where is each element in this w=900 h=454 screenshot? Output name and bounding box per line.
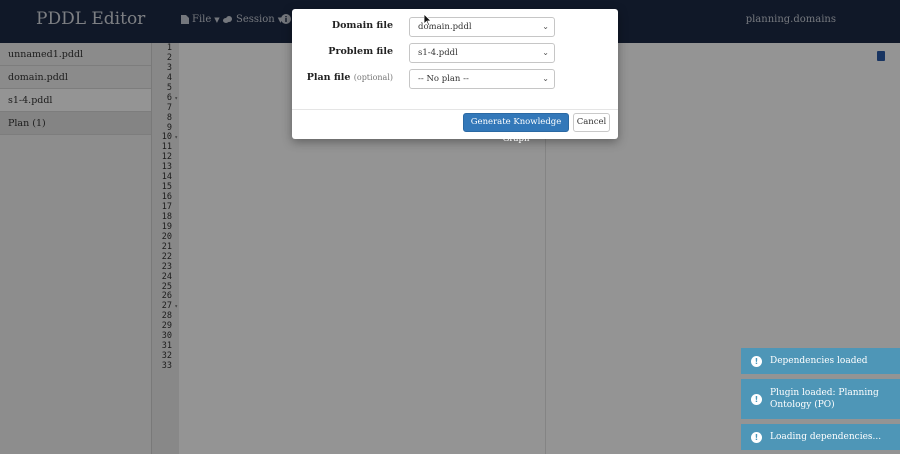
toast-plugin-loaded[interactable]: ! Plugin loaded: Planning Ontology (PO) xyxy=(741,379,900,419)
chevron-down-icon: ⌄ xyxy=(542,22,549,31)
info-icon: ! xyxy=(751,431,762,443)
toast-text: Dependencies loaded xyxy=(770,356,868,366)
problem-label: Problem file xyxy=(328,46,393,57)
problem-row: Problem file s1-4.pddl ⌄ xyxy=(292,43,618,63)
domain-row: Domain file domain.pddl ⌄ xyxy=(292,17,618,37)
generate-knowledge-graph-button[interactable]: Generate Knowledge Graph xyxy=(463,113,569,144)
plan-optional-text: (optional) xyxy=(353,73,393,82)
knowledge-graph-modal: Domain file domain.pddl ⌄ Problem file s… xyxy=(292,9,618,144)
toast-text: Loading dependencies... xyxy=(770,432,882,442)
toast-dependencies-loaded[interactable]: ! Dependencies loaded xyxy=(741,348,900,374)
plan-row: Plan file (optional) -- No plan -- ⌄ xyxy=(292,69,618,89)
problem-select[interactable]: s1-4.pddl ⌄ xyxy=(409,43,555,63)
plan-select[interactable]: -- No plan -- ⌄ xyxy=(409,69,555,89)
toast-text: Plugin loaded: Planning Ontology (PO) xyxy=(770,388,879,410)
chevron-down-icon: ⌄ xyxy=(542,48,549,57)
domain-label: Domain file xyxy=(331,20,393,31)
info-icon: ! xyxy=(751,355,762,367)
mouse-cursor-icon xyxy=(424,14,432,26)
info-icon: ! xyxy=(751,393,762,405)
modal-footer-divider xyxy=(292,109,618,110)
plan-label-text: Plan file xyxy=(306,72,351,83)
plan-label: Plan file (optional) xyxy=(307,72,393,83)
problem-select-value: s1-4.pddl xyxy=(418,48,458,58)
chevron-down-icon: ⌄ xyxy=(542,74,549,83)
toast-loading-dependencies[interactable]: ! Loading dependencies... xyxy=(741,424,900,450)
plan-select-value: -- No plan -- xyxy=(418,74,469,84)
cancel-button[interactable]: Cancel xyxy=(573,113,610,132)
